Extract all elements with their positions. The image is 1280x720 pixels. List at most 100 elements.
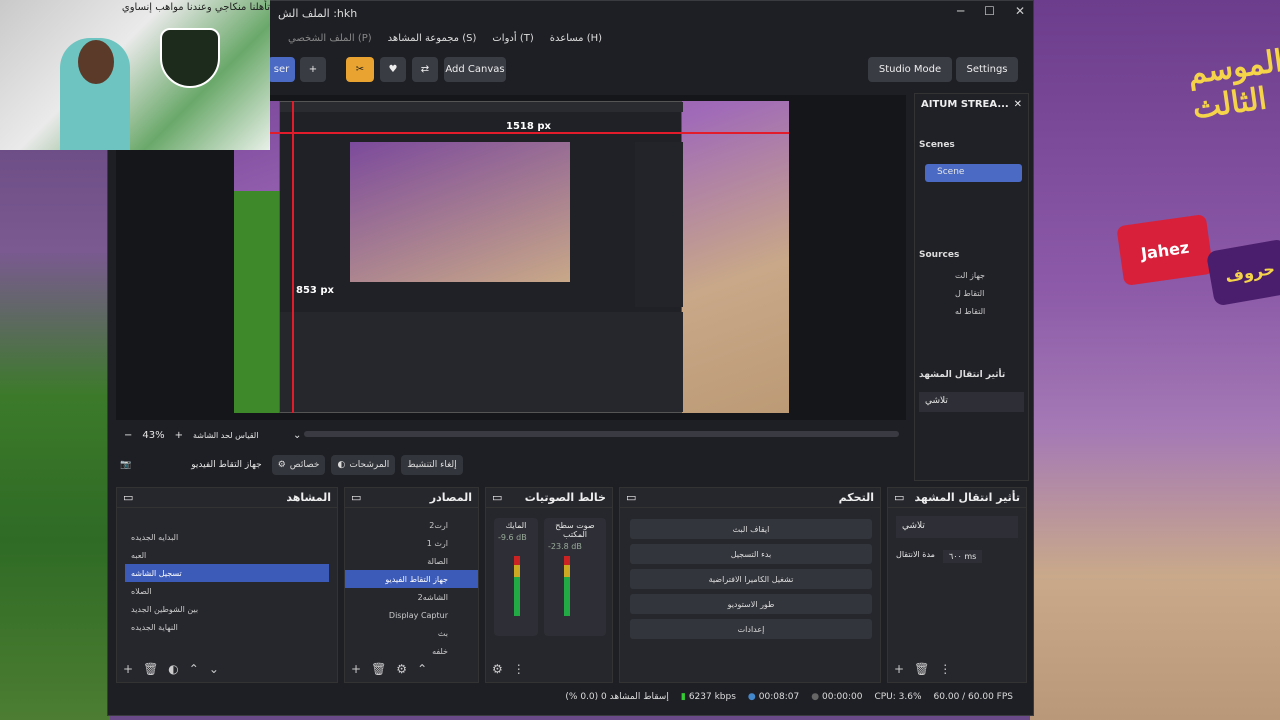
studio-mode-toggle[interactable]: طور الاستوديو [630, 594, 872, 614]
gear-icon[interactable]: ⚙ [396, 662, 407, 676]
signal-icon: ▮ [680, 692, 686, 702]
club-shield-icon [160, 28, 220, 88]
sources-dock: ▭ المصادر ارت2 ارث 1 الصالة جهاز التقاط ا… [344, 487, 479, 683]
move-up-icon[interactable]: ⌃ [189, 662, 199, 676]
scene-list-item[interactable]: العبه [125, 546, 329, 564]
source-list-item[interactable]: ارت2 [345, 516, 478, 534]
volume-meter[interactable] [564, 556, 570, 616]
status-bar: إسقاط المشاهد 0 (0.0 %) ▮ 6237 kbps ● 00:0… [108, 687, 1033, 707]
volume-meter[interactable] [514, 556, 520, 616]
source-list-item[interactable]: خلفه [345, 642, 478, 660]
dropped-frames: إسقاط المشاهد 0 (0.0 %) [565, 692, 669, 702]
trash-icon[interactable]: 🗑 [371, 662, 386, 676]
more-icon[interactable]: ⋮ [939, 662, 951, 676]
duration-input[interactable]: ٦٠٠ ms [942, 550, 983, 563]
start-recording-button[interactable]: بدء التسجيل [630, 544, 872, 564]
add-button[interactable]: + [300, 57, 326, 82]
more-icon[interactable]: ⋮ [513, 662, 525, 676]
add-source-button[interactable]: + [351, 662, 361, 676]
source-list-item[interactable]: Display Captur [345, 606, 478, 624]
transition-select[interactable]: تلاشي [919, 392, 1024, 412]
trash-icon[interactable]: 🗑 [143, 662, 158, 676]
controls-dock-title: التحكم [838, 491, 874, 504]
source-list-item[interactable]: الشاشه2 [345, 588, 478, 606]
move-down-icon[interactable]: ⌄ [209, 662, 219, 676]
menu-scene-collection[interactable]: مجموعة المشاهد (S) [388, 33, 477, 44]
trash-icon[interactable]: 🗑 [914, 662, 929, 676]
scale-mode-select[interactable]: القياس لحد الشاشة [193, 431, 283, 440]
record-icon: ● [811, 692, 820, 702]
maximize-button[interactable]: ☐ [984, 4, 995, 18]
context-source-name: جهاز التقاط الفيديو [191, 460, 262, 470]
add-canvas-button[interactable]: Add Canvas [444, 57, 506, 82]
share-icon[interactable]: ⇄ [412, 57, 438, 82]
streamer-head [78, 40, 114, 84]
close-button[interactable]: ✕ [1015, 4, 1025, 18]
dock-menu-icon[interactable]: ▭ [351, 491, 361, 504]
dock-menu-icon[interactable]: ▭ [626, 491, 636, 504]
background-right: الموسم الثالث Jahez حروف [1030, 0, 1280, 720]
close-icon[interactable]: ✕ [1014, 99, 1022, 110]
minimize-button[interactable]: ─ [957, 4, 964, 18]
bitrate: 6237 kbps [688, 692, 736, 702]
source-item[interactable]: جهاز الت [915, 266, 1028, 284]
studio-mode-button[interactable]: Studio Mode [868, 57, 952, 82]
menu-help[interactable]: مساعدة (H) [550, 33, 602, 44]
zoom-in-button[interactable]: + [175, 430, 183, 441]
chevron-down-icon[interactable]: ⌄ [293, 430, 301, 441]
webcam-caption: تأهلنا منكاجي وعندنا مواهب إنساوي [121, 2, 270, 13]
gear-icon[interactable]: ⚙ [492, 662, 503, 676]
scenes-section-title: Scenes [919, 140, 955, 150]
fps-readout: 60.00 / 60.00 FPS [933, 692, 1013, 702]
move-up-icon[interactable]: ⌃ [417, 662, 427, 676]
height-guide-label: 853 px [296, 285, 334, 296]
tools-icon[interactable]: ✂ [346, 57, 374, 82]
show-badge: حروف [1205, 238, 1280, 307]
stream-time: 00:08:07 [758, 692, 800, 702]
zoom-out-button[interactable]: − [124, 430, 132, 441]
filter-icon: ◐ [337, 460, 346, 470]
preview-zoom-bar: − 43% + القياس لحد الشاشة ⌄ [116, 425, 906, 445]
add-transition-button[interactable]: + [894, 662, 904, 676]
filters-label: المرشحات [349, 460, 390, 470]
source-list-item[interactable]: الصالة [345, 552, 478, 570]
menu-tools[interactable]: أدوات (T) [492, 33, 533, 44]
user-button[interactable]: ser [268, 57, 295, 82]
filters-button[interactable]: ◐ المرشحات [331, 455, 396, 475]
preview-canvas[interactable]: 1518 px 853 px [234, 101, 789, 413]
source-item[interactable]: التقاط ل [915, 284, 1028, 302]
dock-menu-icon[interactable]: ▭ [492, 491, 502, 504]
dock-menu-icon[interactable]: ▭ [123, 491, 133, 504]
guide-vertical [292, 101, 294, 413]
scene-list-item[interactable]: بين الشوطين الجديد [125, 600, 329, 618]
source-list-item[interactable]: ارث 1 [345, 534, 478, 552]
dock-menu-icon[interactable]: ▭ [894, 491, 904, 504]
stop-stream-button[interactable]: ايقاف البث [630, 519, 872, 539]
transition-select[interactable]: تلاشي [896, 516, 1018, 538]
scene-list-item-selected[interactable]: تسجيل الشاشه [125, 564, 329, 582]
stream-icon: ● [747, 692, 756, 702]
sources-section-title: Sources [919, 250, 960, 260]
preview-scrollbar[interactable] [304, 431, 899, 437]
source-list-item[interactable]: بث [345, 624, 478, 642]
settings-control-button[interactable]: إعدادات [630, 619, 872, 639]
source-item[interactable]: التقاط له [915, 302, 1028, 320]
source-list-item-selected[interactable]: جهاز التقاط الفيديو [345, 570, 478, 588]
heart-icon[interactable]: ♥ [380, 57, 406, 82]
aitum-dock-title: AITUM STREA... [921, 98, 1009, 110]
deactivate-button[interactable]: إلغاء التنشيط [401, 455, 463, 475]
menu-profile[interactable]: الملف الشخصي (P) [288, 33, 372, 44]
scene-list-item[interactable]: البدايه الجديده [125, 528, 329, 546]
scene-list-item[interactable]: الصلاه [125, 582, 329, 600]
scene-item[interactable]: Scene [925, 164, 1022, 182]
virtual-camera-button[interactable]: تشغيل الكاميرا الافتراضية [630, 569, 872, 589]
filter-icon[interactable]: ◐ [168, 662, 178, 676]
banner-text: الموسم الثالث [1185, 43, 1280, 127]
channel-db: -23.8 dB [548, 542, 582, 551]
settings-button[interactable]: Settings [956, 57, 1018, 82]
scene-list-item[interactable]: النهاية الجديده [125, 618, 329, 636]
add-scene-button[interactable]: + [123, 662, 133, 676]
properties-button[interactable]: ⚙ خصائص [271, 455, 326, 475]
sources-dock-title: المصادر [429, 491, 472, 504]
jahez-logo: Jahez [1116, 214, 1214, 286]
